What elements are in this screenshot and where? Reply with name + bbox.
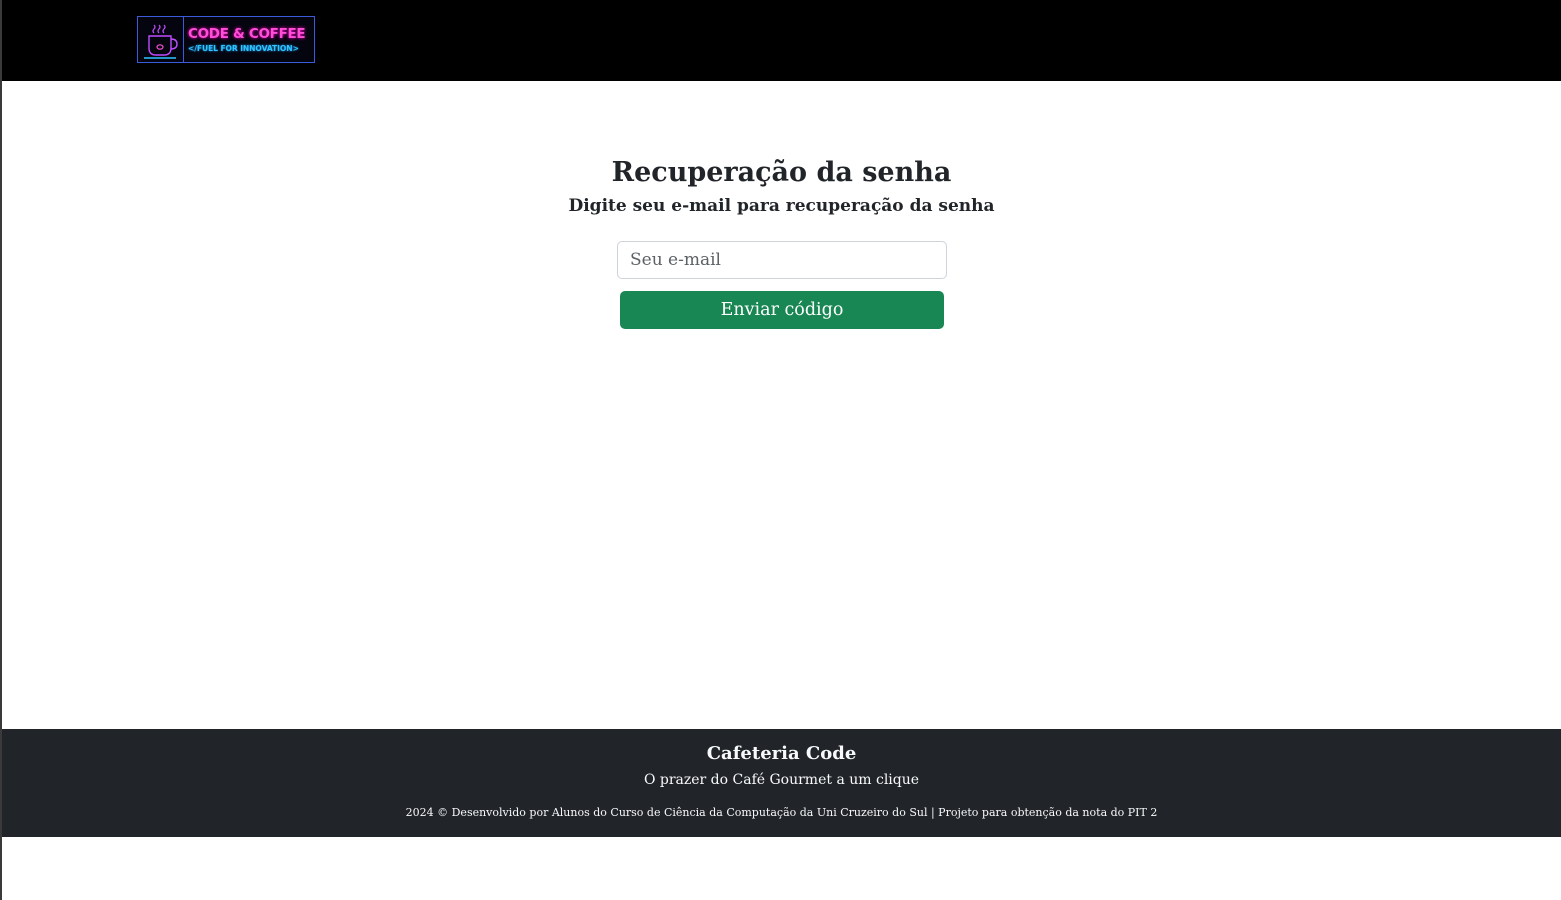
send-code-button[interactable]: Enviar código (620, 291, 944, 329)
logo-tagline: </FUEL FOR INNOVATION> (188, 44, 299, 53)
footer-title: Cafeteria Code (706, 743, 857, 764)
footer-credits: 2024 © Desenvolvido por Alunos do Curso … (405, 806, 1158, 819)
password-recovery-section: Recuperação da senha Digite seu e-mail p… (2, 81, 1561, 729)
navbar: CODE & COFFEE </FUEL FOR INNOVATION> (2, 0, 1561, 81)
email-input[interactable] (617, 241, 947, 279)
page-subtitle: Digite seu e-mail para recuperação da se… (568, 196, 995, 216)
footer-tagline: O prazer do Café Gourmet a um clique (643, 772, 920, 788)
coffee-cup-icon (138, 17, 184, 62)
brand-logo-link[interactable]: CODE & COFFEE </FUEL FOR INNOVATION> (137, 16, 315, 63)
logo-title: CODE & COFFEE (188, 26, 306, 42)
footer: Cafeteria Code O prazer do Café Gourmet … (2, 729, 1561, 837)
page-title: Recuperação da senha (611, 157, 952, 188)
